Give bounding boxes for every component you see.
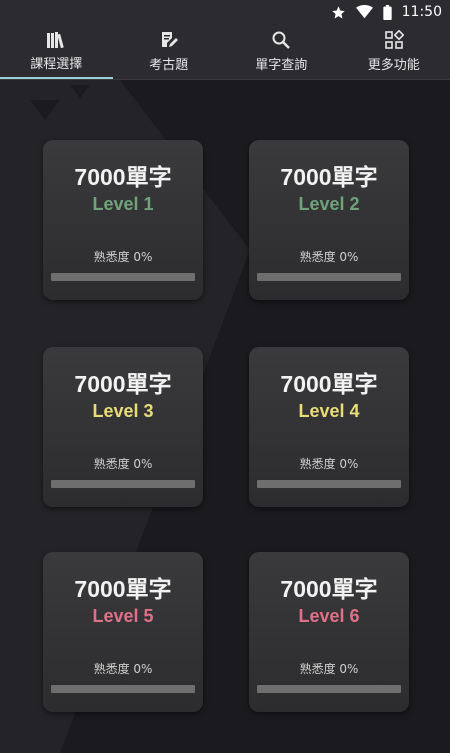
apps-icon	[384, 30, 404, 50]
card-level: Level 1	[92, 194, 154, 214]
card-level: Level 4	[298, 401, 360, 421]
tab-label: 單字查詢	[255, 58, 308, 73]
tab-course-selection[interactable]: 課程選擇	[0, 24, 113, 79]
familiarity-label: 熟悉度 0%	[299, 250, 359, 264]
course-card-level-2[interactable]: 7000單字 Level 2 熟悉度 0%	[249, 140, 409, 300]
familiarity-progress-bar	[51, 480, 195, 488]
edit-note-icon	[159, 30, 179, 50]
familiarity-progress-bar	[257, 273, 401, 281]
status-bar: 11:50	[0, 0, 450, 24]
battery-icon	[382, 4, 392, 20]
familiarity-label: 熟悉度 0%	[93, 662, 153, 676]
card-level: Level 5	[92, 606, 154, 626]
course-grid: 7000單字 Level 1 熟悉度 0% 7000單字 Level 2 熟悉度…	[0, 80, 450, 753]
search-icon	[271, 30, 291, 50]
card-title: 7000單字	[74, 371, 172, 397]
card-level: Level 2	[298, 194, 360, 214]
books-icon	[46, 31, 66, 49]
course-card-level-5[interactable]: 7000單字 Level 5 熟悉度 0%	[43, 552, 203, 712]
card-title: 7000單字	[74, 576, 172, 602]
tab-past-exams[interactable]: 考古題	[113, 24, 226, 79]
star-icon	[331, 5, 346, 20]
card-level: Level 3	[92, 401, 154, 421]
tab-more-features[interactable]: 更多功能	[338, 24, 450, 79]
card-title: 7000單字	[74, 164, 172, 190]
tab-label: 更多功能	[367, 58, 420, 73]
course-card-level-6[interactable]: 7000單字 Level 6 熟悉度 0%	[249, 552, 409, 712]
active-tab-indicator	[0, 77, 113, 79]
tab-label: 考古題	[149, 58, 189, 73]
tab-label: 課程選擇	[30, 57, 83, 72]
card-title: 7000單字	[280, 371, 378, 397]
familiarity-progress-bar	[51, 685, 195, 693]
clock: 11:50	[401, 4, 442, 20]
familiarity-label: 熟悉度 0%	[93, 250, 153, 264]
wifi-icon	[355, 5, 373, 19]
familiarity-progress-bar	[257, 480, 401, 488]
card-level: Level 6	[298, 606, 360, 626]
tab-word-lookup[interactable]: 單字查詢	[225, 24, 338, 79]
course-card-level-4[interactable]: 7000單字 Level 4 熟悉度 0%	[249, 347, 409, 507]
card-title: 7000單字	[280, 576, 378, 602]
tab-bar: 課程選擇 考古題 單字查詢 更多功能	[0, 24, 450, 80]
card-title: 7000單字	[280, 164, 378, 190]
familiarity-label: 熟悉度 0%	[299, 457, 359, 471]
familiarity-label: 熟悉度 0%	[299, 662, 359, 676]
course-card-level-1[interactable]: 7000單字 Level 1 熟悉度 0%	[43, 140, 203, 300]
familiarity-label: 熟悉度 0%	[93, 457, 153, 471]
familiarity-progress-bar	[257, 685, 401, 693]
course-card-level-3[interactable]: 7000單字 Level 3 熟悉度 0%	[43, 347, 203, 507]
familiarity-progress-bar	[51, 273, 195, 281]
